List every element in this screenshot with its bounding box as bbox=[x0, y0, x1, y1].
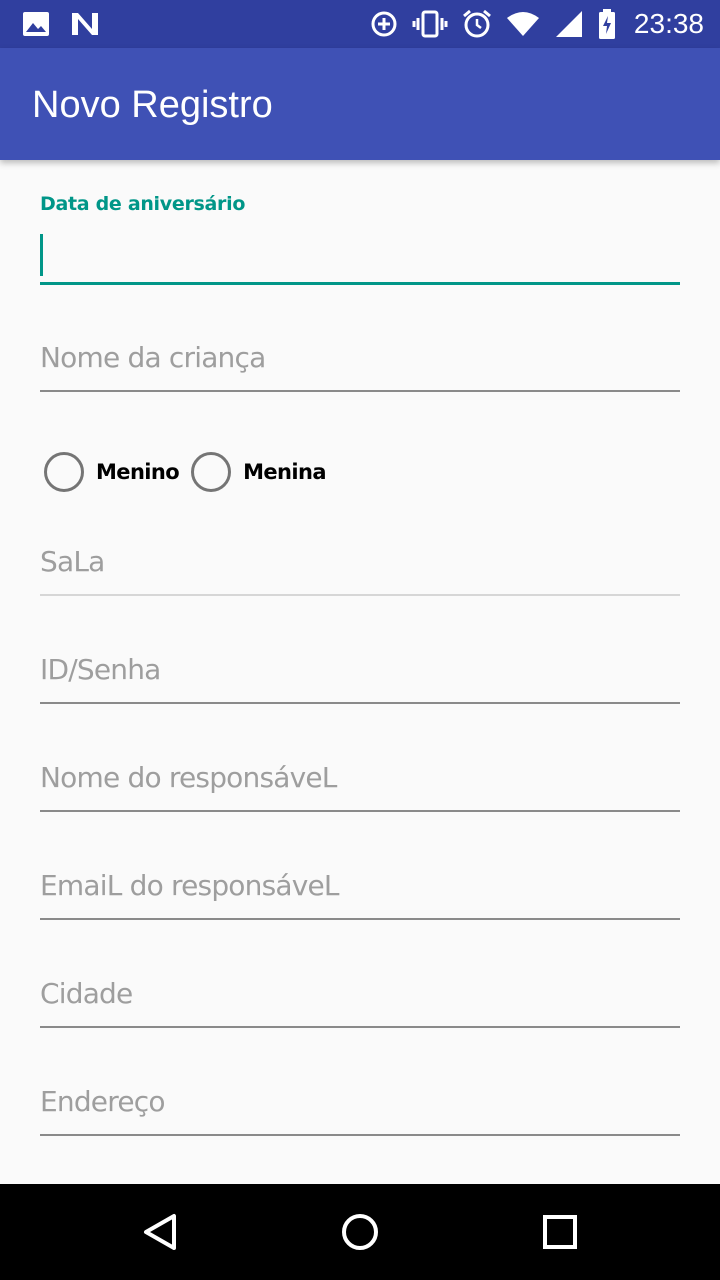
address-field[interactable]: Endereço bbox=[40, 1066, 680, 1136]
radio-label-menino: Menino bbox=[96, 460, 180, 484]
id-password-field[interactable]: ID/Senha bbox=[40, 634, 680, 704]
recents-icon[interactable] bbox=[540, 1212, 580, 1252]
text-cursor bbox=[40, 234, 43, 276]
data-saver-icon bbox=[370, 10, 398, 38]
image-icon bbox=[22, 11, 50, 37]
back-icon[interactable] bbox=[140, 1212, 180, 1252]
status-bar: 23:38 bbox=[0, 0, 720, 48]
app-bar: Novo Registro bbox=[0, 48, 720, 160]
guardian-name-field[interactable]: Nome do responsáveL bbox=[40, 742, 680, 812]
address-underline bbox=[40, 1134, 680, 1136]
radio-menina[interactable]: Menina bbox=[191, 452, 326, 492]
city-field[interactable]: Cidade bbox=[40, 958, 680, 1028]
city-placeholder: Cidade bbox=[40, 977, 133, 1010]
guardian-email-placeholder: EmaiL do responsáveL bbox=[40, 869, 340, 902]
radio-label-menina: Menina bbox=[243, 460, 326, 484]
birthday-field[interactable] bbox=[40, 220, 680, 286]
child-name-underline bbox=[40, 390, 680, 392]
gender-radio-group: Menino Menina bbox=[44, 452, 338, 492]
address-placeholder: Endereço bbox=[40, 1085, 165, 1118]
child-name-placeholder: Nome da criança bbox=[40, 341, 266, 374]
id-password-underline bbox=[40, 702, 680, 704]
alarm-icon bbox=[462, 9, 492, 39]
city-underline bbox=[40, 1026, 680, 1028]
room-underline bbox=[40, 594, 680, 596]
battery-charging-icon bbox=[598, 9, 616, 39]
radio-circle[interactable] bbox=[191, 452, 232, 492]
radio-menino[interactable]: Menino bbox=[44, 452, 180, 492]
birthday-underline bbox=[40, 282, 680, 285]
n-icon bbox=[70, 11, 100, 37]
birthday-label: Data de aniversário bbox=[40, 193, 246, 215]
registration-form: Data de aniversário Nome da criança Meni… bbox=[0, 160, 720, 1184]
page-title: Novo Registro bbox=[32, 84, 273, 126]
room-placeholder: SaLa bbox=[40, 545, 105, 578]
guardian-email-underline bbox=[40, 918, 680, 920]
radio-circle[interactable] bbox=[44, 452, 84, 492]
child-name-field[interactable]: Nome da criança bbox=[40, 322, 680, 392]
room-field[interactable]: SaLa bbox=[40, 526, 680, 596]
home-icon[interactable] bbox=[340, 1212, 380, 1252]
guardian-name-underline bbox=[40, 810, 680, 812]
guardian-name-placeholder: Nome do responsáveL bbox=[40, 761, 337, 794]
vibrate-icon bbox=[412, 10, 448, 38]
navigation-bar bbox=[0, 1184, 720, 1280]
guardian-email-field[interactable]: EmaiL do responsáveL bbox=[40, 850, 680, 920]
clock: 23:38 bbox=[633, 8, 704, 39]
wifi-icon bbox=[506, 11, 540, 37]
id-password-placeholder: ID/Senha bbox=[40, 653, 161, 686]
signal-icon bbox=[554, 10, 584, 38]
